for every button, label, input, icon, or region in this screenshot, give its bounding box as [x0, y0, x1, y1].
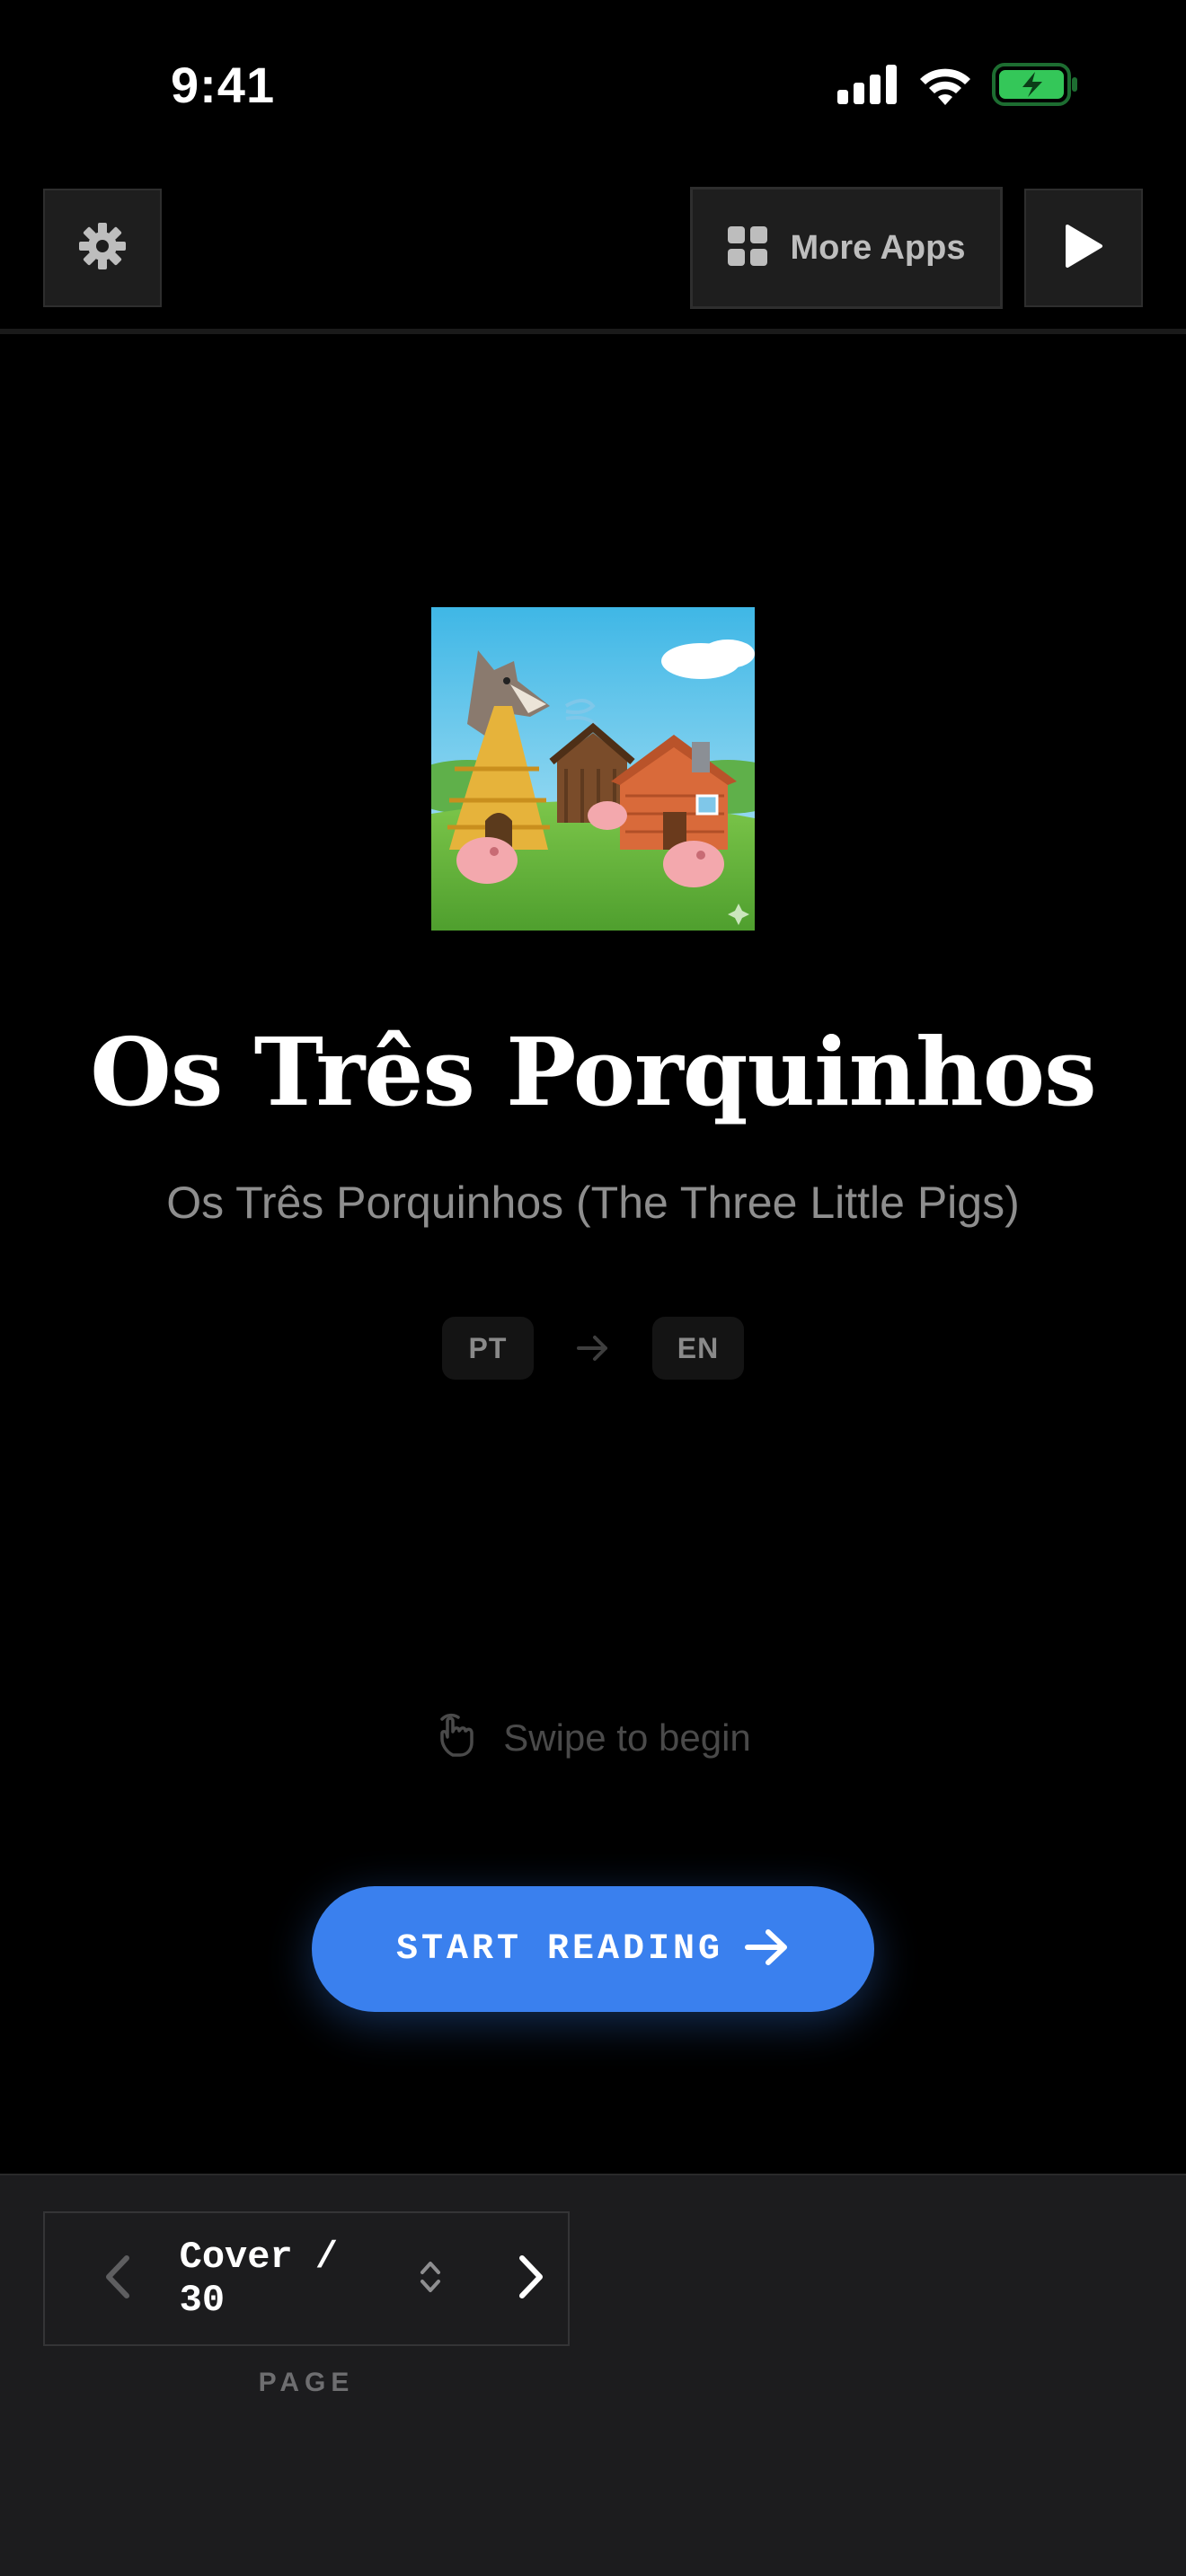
previous-page-button[interactable] [81, 2213, 153, 2344]
next-page-button[interactable] [496, 2213, 568, 2344]
wifi-icon [918, 64, 972, 110]
page-navigator: Cover / 30 [43, 2211, 570, 2346]
grid-icon [727, 225, 767, 270]
chevron-left-icon [103, 2254, 130, 2304]
swipe-hint: Swipe to begin [0, 1712, 1186, 1763]
more-apps-label: More Apps [790, 228, 966, 267]
arrow-right-icon [575, 1330, 611, 1366]
book-cover-image [431, 607, 755, 931]
status-time: 9:41 [171, 57, 276, 113]
play-button[interactable] [1024, 189, 1143, 307]
chevron-up-down-icon [419, 2259, 442, 2299]
more-apps-button[interactable]: More Apps [690, 187, 1003, 309]
toolbar-divider [0, 329, 1186, 334]
page-caption: PAGE [258, 2368, 355, 2397]
start-reading-label: START READING [395, 1928, 724, 1970]
hand-tap-icon [435, 1712, 482, 1763]
book-title: Os Três Porquinhos [90, 1017, 1096, 1127]
swipe-hint-label: Swipe to begin [503, 1716, 751, 1759]
target-language-badge: EN [652, 1317, 744, 1380]
cellular-signal-icon [837, 64, 898, 109]
chevron-right-icon [518, 2254, 545, 2304]
settings-button[interactable] [43, 189, 162, 307]
page-selector[interactable]: Cover / 30 [180, 2236, 443, 2322]
start-reading-button[interactable]: START READING [312, 1886, 874, 2012]
reader-screen: 9:41 More Apps Os Três Porquinhos Os Trê… [0, 0, 1186, 2576]
play-icon [1064, 224, 1103, 273]
language-pair: PT EN [0, 1317, 1186, 1380]
current-page-label: Cover / 30 [179, 2236, 339, 2322]
arrow-right-icon [745, 1928, 790, 1971]
gear-icon [77, 221, 128, 276]
battery-charging-icon [992, 62, 1078, 110]
source-language-badge: PT [442, 1317, 534, 1380]
book-subtitle: Os Três Porquinhos (The Three Little Pig… [166, 1178, 1020, 1228]
status-icons [837, 62, 1078, 110]
bottom-bar: Cover / 30 PAGE [0, 2174, 1186, 2576]
